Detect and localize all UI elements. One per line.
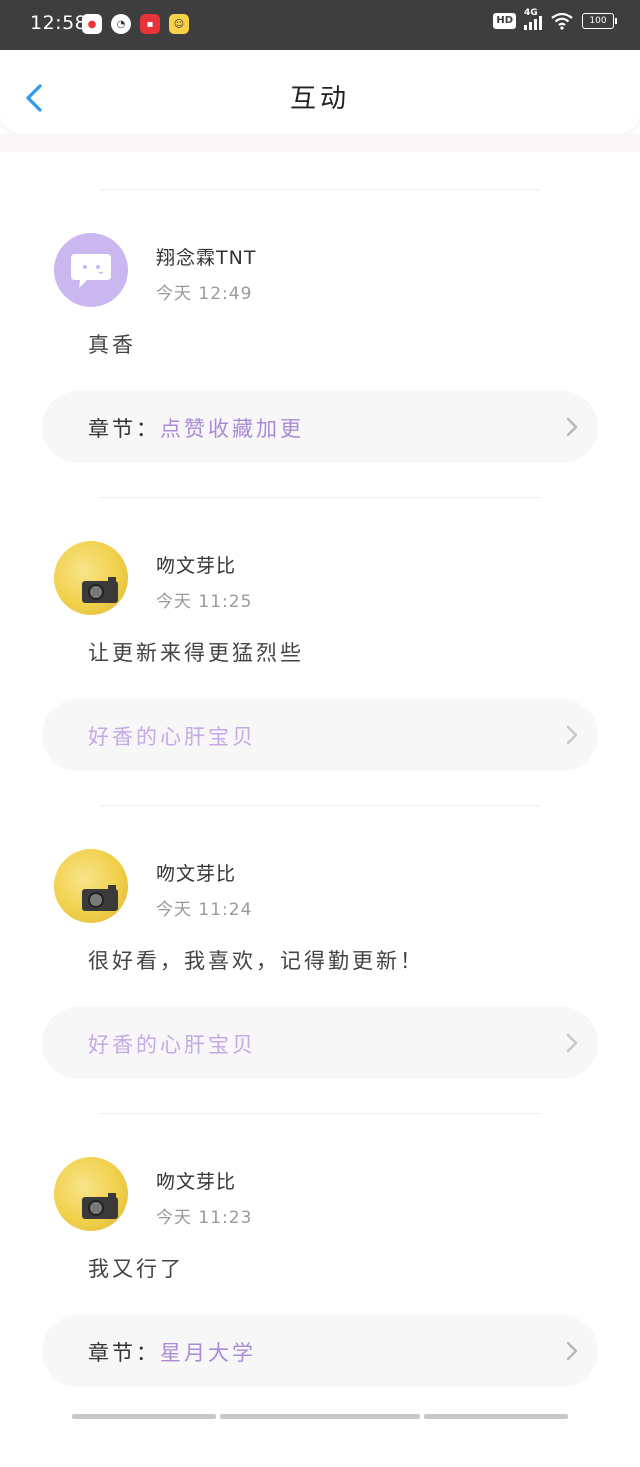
nav-indicator-center (220, 1414, 420, 1419)
chat-bubble-icon (71, 254, 111, 288)
username[interactable]: 翔念霖TNT (156, 243, 256, 270)
avatar[interactable] (54, 1157, 128, 1231)
chapter-label: 好香的心肝宝贝 (88, 721, 256, 751)
comment-text: 我又行了 (88, 1257, 184, 1281)
chapter-name: 点赞收藏加更 (160, 417, 304, 441)
username[interactable]: 吻文芽比 (156, 859, 236, 886)
status-time: 12:58 (30, 12, 88, 34)
page-title: 互动 (289, 84, 350, 114)
camera-icon (82, 577, 118, 603)
divider (100, 805, 540, 806)
timestamp: 今天 11:23 (156, 1208, 253, 1228)
hd-icon: HD (493, 13, 516, 29)
avatar[interactable] (54, 233, 128, 307)
username[interactable]: 吻文芽比 (156, 1167, 236, 1194)
nav-indicator-left (72, 1414, 216, 1419)
timestamp: 今天 11:25 (156, 592, 253, 612)
map-app-icon: ● (82, 14, 102, 34)
list-item: 吻文芽比 今天 11:23 我又行了 章节：星月大学 (0, 1157, 640, 1467)
chapter-label: 章节：星月大学 (88, 1337, 256, 1367)
nav-bar: 互动 (0, 50, 640, 134)
battery-icon: 100 (582, 13, 617, 29)
chapter-link[interactable]: 章节：点赞收藏加更 (42, 391, 598, 463)
chevron-right-icon (566, 1341, 578, 1361)
cellular-signal-icon: 4G (524, 8, 542, 30)
comment-text: 让更新来得更猛烈些 (88, 641, 304, 665)
avatar[interactable] (54, 849, 128, 923)
status-bar: 12:58 ● ◔ ▪ ☺ HD 4G 100 (0, 0, 640, 50)
camera-icon (82, 885, 118, 911)
network-type-label: 4G (524, 8, 538, 18)
chapter-link[interactable]: 好香的心肝宝贝 (42, 1007, 598, 1079)
camera-icon (82, 1193, 118, 1219)
battery-level: 100 (589, 16, 607, 26)
face-app-icon: ☺ (169, 14, 189, 34)
comment-text: 真香 (88, 333, 136, 357)
comment-text: 很好看，我喜欢，记得勤更新！ (88, 949, 424, 973)
header-shadow-band (0, 134, 640, 152)
chapter-prefix: 章节： (88, 417, 160, 441)
chapter-name: 星月大学 (160, 1341, 256, 1365)
divider (100, 1113, 540, 1114)
username[interactable]: 吻文芽比 (156, 551, 236, 578)
chapter-label: 章节：点赞收藏加更 (88, 413, 304, 443)
chapter-name: 好香的心肝宝贝 (88, 1033, 256, 1057)
chapter-link[interactable]: 好香的心肝宝贝 (42, 699, 598, 771)
chevron-right-icon (566, 725, 578, 745)
chapter-name: 好香的心肝宝贝 (88, 725, 256, 749)
timestamp: 今天 12:49 (156, 284, 253, 304)
notification-icons: ● ◔ ▪ ☺ (82, 14, 189, 34)
shopping-app-icon: ▪ (140, 14, 160, 34)
divider (100, 189, 540, 190)
divider (100, 497, 540, 498)
chapter-link[interactable]: 章节：星月大学 (42, 1315, 598, 1387)
chapter-label: 好香的心肝宝贝 (88, 1029, 256, 1059)
chevron-right-icon (566, 417, 578, 437)
timestamp: 今天 11:24 (156, 900, 253, 920)
wifi-icon (551, 12, 573, 30)
avatar[interactable] (54, 541, 128, 615)
speedometer-app-icon: ◔ (111, 14, 131, 34)
nav-indicator-right (424, 1414, 568, 1419)
chapter-prefix: 章节： (88, 1341, 160, 1365)
chevron-right-icon (566, 1033, 578, 1053)
